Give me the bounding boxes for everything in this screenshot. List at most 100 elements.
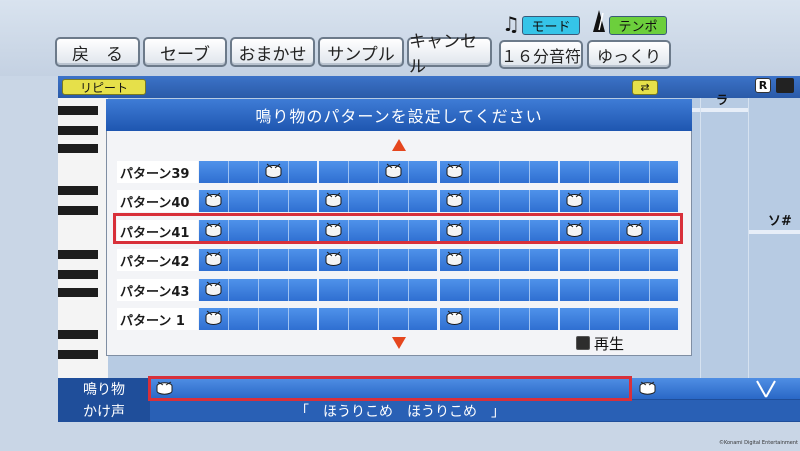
- beat-cell[interactable]: [650, 249, 680, 271]
- beat-cell[interactable]: [409, 161, 439, 183]
- beat-cell[interactable]: [530, 308, 560, 330]
- beat-cell[interactable]: [289, 161, 319, 183]
- beat-cell[interactable]: [500, 279, 530, 301]
- beat-cell[interactable]: [470, 190, 500, 212]
- beat-cell[interactable]: [379, 190, 409, 212]
- beat-cell[interactable]: [620, 279, 650, 301]
- beat-cell[interactable]: [349, 249, 379, 271]
- beat-cell[interactable]: [530, 279, 560, 301]
- beat-cell[interactable]: [199, 249, 229, 271]
- pattern-row[interactable]: [199, 190, 680, 212]
- beat-cell[interactable]: [259, 190, 289, 212]
- beat-cell[interactable]: [590, 249, 620, 271]
- scroll-down-arrow-icon[interactable]: [392, 337, 406, 349]
- beat-cell[interactable]: [199, 308, 229, 330]
- beat-cell[interactable]: [259, 161, 289, 183]
- pattern-row[interactable]: [199, 249, 680, 271]
- beat-cell[interactable]: [289, 279, 319, 301]
- beat-cell[interactable]: [440, 308, 470, 330]
- beat-cell[interactable]: [229, 249, 259, 271]
- beat-cell[interactable]: [259, 249, 289, 271]
- pattern-label[interactable]: パターン40: [117, 190, 198, 212]
- beat-cell[interactable]: [590, 279, 620, 301]
- beat-cell[interactable]: [440, 190, 470, 212]
- beat-cell[interactable]: [500, 308, 530, 330]
- beat-cell[interactable]: [560, 161, 590, 183]
- beat-cell[interactable]: [590, 308, 620, 330]
- beat-cell[interactable]: [590, 190, 620, 212]
- beat-cell[interactable]: [199, 190, 229, 212]
- beat-cell[interactable]: [530, 249, 560, 271]
- beat-cell[interactable]: [620, 308, 650, 330]
- beat-cell[interactable]: [500, 190, 530, 212]
- beat-cell[interactable]: [409, 279, 439, 301]
- beat-cell[interactable]: [319, 308, 349, 330]
- omakase-button[interactable]: おまかせ: [230, 37, 315, 67]
- beat-cell[interactable]: [379, 161, 409, 183]
- beat-cell[interactable]: [199, 161, 229, 183]
- cancel-button[interactable]: キャンセル: [407, 32, 492, 77]
- beat-cell[interactable]: [470, 279, 500, 301]
- beat-cell[interactable]: [530, 190, 560, 212]
- save-button[interactable]: セーブ: [143, 37, 227, 67]
- beat-cell[interactable]: [650, 190, 680, 212]
- beat-cell[interactable]: [470, 161, 500, 183]
- beat-cell[interactable]: [470, 308, 500, 330]
- note-length-button[interactable]: １６分音符: [499, 40, 583, 69]
- beat-cell[interactable]: [259, 308, 289, 330]
- beat-cell[interactable]: [349, 308, 379, 330]
- pattern-row[interactable]: [199, 308, 680, 330]
- repeat-chip[interactable]: リピート: [62, 79, 146, 95]
- scroll-up-arrow-icon[interactable]: [392, 139, 406, 151]
- beat-cell[interactable]: [319, 190, 349, 212]
- beat-cell[interactable]: [289, 249, 319, 271]
- beat-cell[interactable]: [379, 279, 409, 301]
- beat-cell[interactable]: [349, 161, 379, 183]
- beat-cell[interactable]: [409, 190, 439, 212]
- back-button[interactable]: 戻 る: [55, 37, 140, 67]
- beat-cell[interactable]: [500, 249, 530, 271]
- beat-cell[interactable]: [319, 279, 349, 301]
- pattern-label[interactable]: パターン 1: [117, 308, 198, 330]
- beat-cell[interactable]: [229, 308, 259, 330]
- beat-cell[interactable]: [349, 279, 379, 301]
- beat-cell[interactable]: [620, 161, 650, 183]
- beat-cell[interactable]: [560, 249, 590, 271]
- pattern-label[interactable]: パターン43: [117, 279, 198, 301]
- beat-cell[interactable]: [229, 190, 259, 212]
- beat-cell[interactable]: [560, 190, 590, 212]
- beat-cell[interactable]: [229, 279, 259, 301]
- beat-cell[interactable]: [470, 249, 500, 271]
- beat-cell[interactable]: [440, 161, 470, 183]
- beat-cell[interactable]: [590, 161, 620, 183]
- beat-cell[interactable]: [289, 190, 319, 212]
- beat-cell[interactable]: [620, 190, 650, 212]
- beat-cell[interactable]: [620, 249, 650, 271]
- beat-cell[interactable]: [440, 279, 470, 301]
- beat-cell[interactable]: [229, 161, 259, 183]
- beat-cell[interactable]: [650, 161, 680, 183]
- pattern-row[interactable]: [199, 161, 680, 183]
- beat-cell[interactable]: [560, 279, 590, 301]
- beat-cell[interactable]: [379, 308, 409, 330]
- loop-icon[interactable]: ⇄: [632, 80, 658, 95]
- beat-cell[interactable]: [650, 279, 680, 301]
- beat-cell[interactable]: [199, 279, 229, 301]
- pattern-label[interactable]: パターン39: [117, 161, 198, 183]
- sample-button[interactable]: サンプル: [318, 37, 404, 67]
- beat-cell[interactable]: [530, 161, 560, 183]
- beat-cell[interactable]: [319, 161, 349, 183]
- beat-cell[interactable]: [409, 308, 439, 330]
- beat-cell[interactable]: [259, 279, 289, 301]
- beat-cell[interactable]: [319, 249, 349, 271]
- beat-cell[interactable]: [289, 308, 319, 330]
- beat-cell[interactable]: [349, 190, 379, 212]
- pattern-label[interactable]: パターン42: [117, 249, 198, 271]
- beat-cell[interactable]: [379, 249, 409, 271]
- beat-cell[interactable]: [440, 249, 470, 271]
- beat-cell[interactable]: [409, 249, 439, 271]
- play-button[interactable]: 再生: [576, 333, 650, 353]
- pattern-row[interactable]: [199, 279, 680, 301]
- beat-cell[interactable]: [650, 308, 680, 330]
- beat-cell[interactable]: [500, 161, 530, 183]
